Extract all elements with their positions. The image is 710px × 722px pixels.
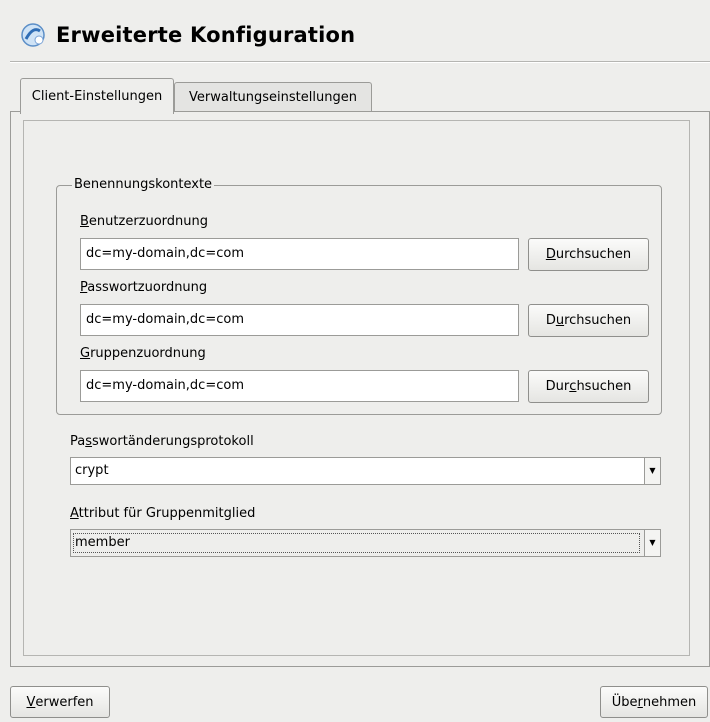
dialog-header: Erweiterte Konfiguration	[20, 18, 355, 52]
user-mapping-label: Benutzerzuordnung	[80, 214, 209, 229]
focus-indicator	[73, 533, 640, 553]
group-mapping-label: Gruppenzuordnung	[80, 346, 206, 361]
dropdown-arrow-icon[interactable]: ▼	[644, 530, 660, 556]
password-protocol-select[interactable]: crypt ▼	[70, 457, 661, 485]
tab-client-settings[interactable]: Client-Einstellungen	[20, 78, 174, 114]
header-divider	[10, 61, 710, 63]
page-title: Erweiterte Konfiguration	[56, 23, 356, 47]
tab-admin-settings[interactable]: Verwaltungseinstellungen	[174, 82, 372, 112]
config-wizard-icon	[21, 23, 45, 47]
password-protocol-label: Passwortänderungsprotokoll	[70, 434, 254, 449]
dropdown-arrow-icon[interactable]: ▼	[644, 458, 660, 484]
browse-password-button[interactable]: Du rchsuchen	[528, 304, 649, 337]
browse-group-button[interactable]: Dur c hsuchen	[528, 370, 649, 403]
user-mapping-input[interactable]: dc=my-domain,dc=com	[80, 238, 519, 270]
password-mapping-label: Passwortzuordnung	[80, 280, 208, 295]
browse-user-button[interactable]: Durchsuchen	[528, 238, 649, 271]
group-member-attr-value: member	[75, 535, 130, 550]
apply-button[interactable]: Übe r nehmen	[600, 686, 708, 718]
discard-button[interactable]: Verwerfen	[10, 686, 110, 718]
password-mapping-input[interactable]: dc=my-domain,dc=com	[80, 304, 519, 336]
group-member-attr-select[interactable]: member ▼	[70, 529, 661, 557]
group-member-attr-label: Attribut für Gruppenmitglied	[70, 506, 256, 521]
password-protocol-value: crypt	[75, 463, 109, 478]
group-mapping-input[interactable]: dc=my-domain,dc=com	[80, 370, 519, 402]
naming-contexts-legend: Benennungskontexte	[72, 177, 215, 192]
